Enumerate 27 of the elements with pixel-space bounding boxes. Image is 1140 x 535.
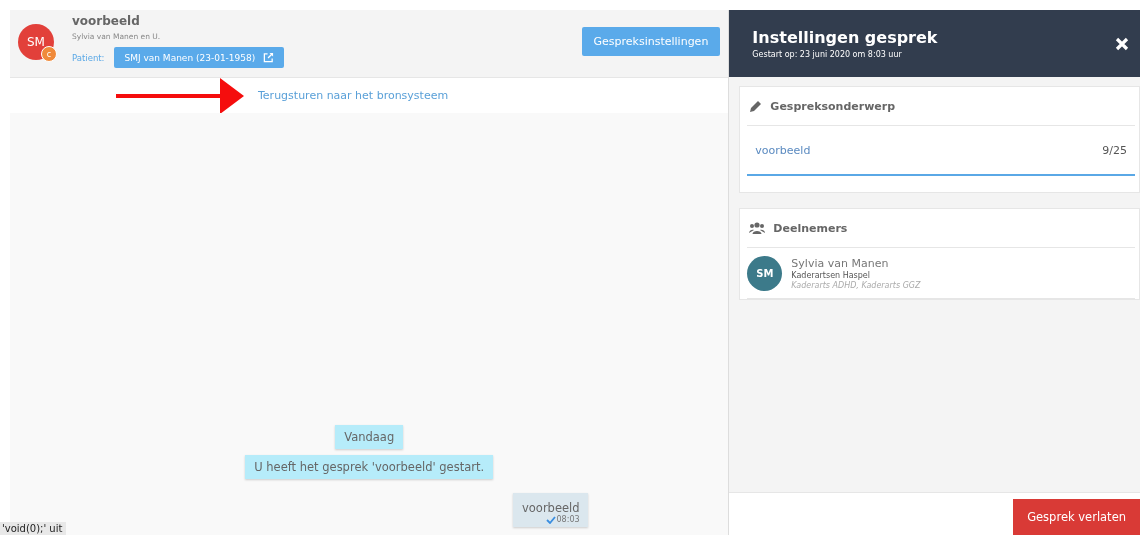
participant-name: Sylvia van Manen: [791, 257, 890, 270]
close-icon[interactable]: [1115, 36, 1129, 51]
settings-button[interactable]: Gespreksinstellingen: [581, 27, 721, 56]
users-icon: [749, 222, 766, 234]
status-bar: 'void(0);' uit: [0, 522, 67, 535]
avatar-badge: c: [41, 46, 57, 62]
panel-subtitle: Gestart op: 23 juni 2020 om 8:03 uur: [752, 50, 903, 59]
leave-button[interactable]: Gesprek verlaten: [1013, 499, 1140, 535]
card-heading: Gespreksonderwerp: [770, 99, 896, 113]
panel-title: Instellingen gesprek: [752, 28, 938, 47]
avatar-initials: SM: [27, 35, 45, 49]
system-message: U heeft het gesprek 'voorbeeld' gestart.: [245, 455, 494, 479]
subject-field[interactable]: voorbeeld 9/25: [747, 126, 1135, 176]
message-text: voorbeeld: [522, 501, 580, 515]
patient-button[interactable]: SMJ van Manen (23-01-1958): [114, 47, 285, 68]
return-link[interactable]: Terugsturen naar het bronsysteem: [258, 89, 449, 102]
pencil-icon: [749, 99, 763, 113]
card-heading: Deelnemers: [773, 221, 848, 235]
participant-roles: Kaderarts ADHD, Kaderarts GGZ: [791, 281, 921, 290]
participant-avatar: SM: [747, 256, 783, 291]
participant-organization: Kaderartsen Haspel: [791, 271, 871, 280]
patient-label: Patient:: [72, 52, 105, 63]
character-count: 9/25: [1102, 143, 1127, 157]
conversation-title: voorbeeld: [72, 14, 141, 28]
message-time: 08:03: [556, 515, 580, 524]
date-label: Vandaag: [335, 425, 404, 449]
external-link-icon: [263, 52, 275, 63]
